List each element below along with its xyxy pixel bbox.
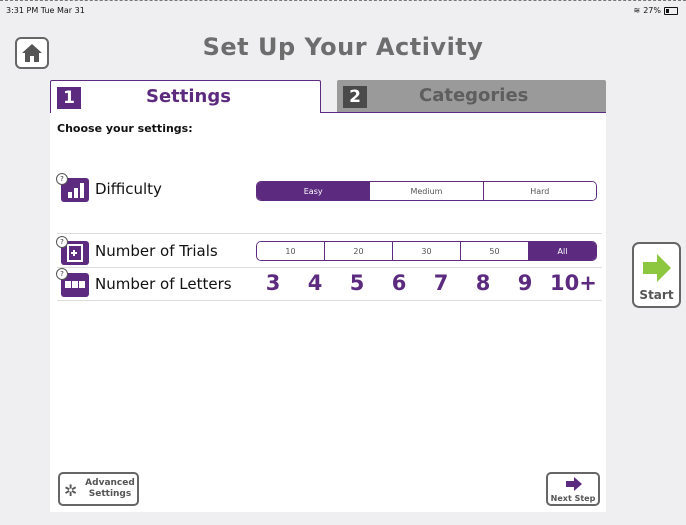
status-time: 3:31 PM Tue Mar 31 <box>6 6 85 15</box>
letters-option-3[interactable]: 3 <box>260 271 286 295</box>
trials-selector: 10 20 30 50 All <box>256 241 597 261</box>
trials-option-50[interactable]: 50 <box>460 242 528 260</box>
difficulty-option-easy[interactable]: Easy <box>257 182 370 200</box>
letters-selector: 3 4 5 6 7 8 9 10+ <box>260 271 600 299</box>
advanced-settings-label: Advanced Settings <box>84 478 136 500</box>
page-title: Set Up Your Activity <box>202 33 484 61</box>
wifi-icon: ≋ <box>633 6 641 15</box>
gear-icon: ✲ <box>64 481 78 500</box>
tab-settings[interactable]: 1 Settings <box>50 80 321 113</box>
top-border <box>0 0 686 1</box>
advanced-label-line2: Settings <box>88 489 132 499</box>
start-button[interactable]: Start <box>632 242 681 308</box>
row-divider <box>57 233 602 234</box>
letters-help-icon[interactable]: ? <box>56 268 68 280</box>
difficulty-selector: Easy Medium Hard <box>256 181 597 201</box>
start-label: Start <box>639 288 674 302</box>
letters-option-7[interactable]: 7 <box>428 271 454 295</box>
letters-option-10-plus[interactable]: 10+ <box>550 271 597 295</box>
status-bar: 3:31 PM Tue Mar 31 ≋ 27% <box>0 3 686 17</box>
settings-panel <box>50 112 606 512</box>
difficulty-option-medium[interactable]: Medium <box>369 182 483 200</box>
tab-categories[interactable]: 2 Categories <box>337 80 606 112</box>
advanced-label-line1: Advanced <box>85 478 135 488</box>
next-step-button[interactable]: Next Step <box>546 472 600 506</box>
battery-percent: 27% <box>643 6 661 15</box>
letters-option-4[interactable]: 4 <box>302 271 328 295</box>
tab-categories-label: Categories <box>419 85 529 106</box>
status-right: ≋ 27% <box>634 6 678 15</box>
settings-prompt: Choose your settings: <box>57 122 193 135</box>
tab-categories-number: 2 <box>343 86 367 108</box>
trials-option-10[interactable]: 10 <box>257 242 324 260</box>
tab-settings-number: 1 <box>57 87 81 109</box>
advanced-settings-button[interactable]: ✲ Advanced Settings <box>58 472 139 506</box>
letters-option-9[interactable]: 9 <box>512 271 538 295</box>
trials-help-icon[interactable]: ? <box>56 236 68 248</box>
battery-icon <box>664 6 678 15</box>
tab-settings-label: Settings <box>146 86 231 107</box>
arrow-right-icon <box>566 477 582 491</box>
row-divider <box>57 267 602 268</box>
difficulty-option-hard[interactable]: Hard <box>482 182 596 200</box>
letters-option-5[interactable]: 5 <box>344 271 370 295</box>
tab-underline <box>321 112 606 113</box>
trials-option-30[interactable]: 30 <box>392 242 460 260</box>
difficulty-label: Difficulty <box>95 180 162 198</box>
letters-option-8[interactable]: 8 <box>470 271 496 295</box>
trials-label: Number of Trials <box>95 242 218 260</box>
letters-option-6[interactable]: 6 <box>386 271 412 295</box>
letters-label: Number of Letters <box>95 275 232 293</box>
trials-option-all[interactable]: All <box>528 242 596 260</box>
next-step-label: Next Step <box>550 494 596 503</box>
difficulty-help-icon[interactable]: ? <box>56 173 68 185</box>
row-divider <box>57 300 602 301</box>
arrow-right-icon <box>643 254 671 282</box>
trials-option-20[interactable]: 20 <box>324 242 392 260</box>
